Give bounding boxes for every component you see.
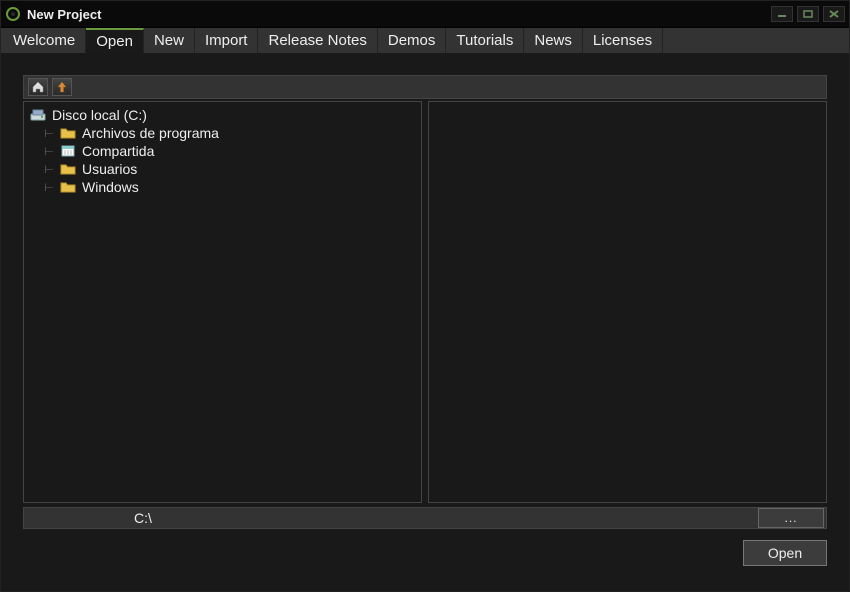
calendar-icon [60,144,76,158]
tab-label: Import [205,32,248,49]
window: New Project Welcome Open New Import Rele… [0,0,850,592]
tree-item-label: Archivos de programa [82,125,219,141]
open-button-label: Open [768,545,802,561]
tree-root-drive[interactable]: Disco local (C:) [30,106,415,124]
window-buttons [771,6,845,22]
tab-news[interactable]: News [524,28,583,53]
folder-icon [60,180,76,194]
tree-item[interactable]: ⊢ Windows [44,178,415,196]
current-path: C:\ [24,510,758,526]
tab-licenses[interactable]: Licenses [583,28,663,53]
tree-item-label: Usuarios [82,161,137,177]
content-area: Disco local (C:) ⊢ Archivos de programa … [1,53,849,591]
tab-bar: Welcome Open New Import Release Notes De… [1,27,849,53]
tab-label: Welcome [13,32,75,49]
tree-root-label: Disco local (C:) [52,107,147,123]
tab-label: Open [96,33,133,50]
tab-label: Release Notes [268,32,366,49]
tree-children: ⊢ Archivos de programa ⊢ [44,124,415,196]
tree-connector: ⊢ [44,127,54,140]
titlebar: New Project [1,1,849,27]
browse-button[interactable]: ... [758,508,824,528]
tree-item-label: Compartida [82,143,154,159]
folder-icon [60,162,76,176]
folder-tree-pane[interactable]: Disco local (C:) ⊢ Archivos de programa … [23,101,422,503]
tab-new[interactable]: New [144,28,195,53]
file-toolbar [23,75,827,99]
drive-icon [30,108,46,122]
tree-item[interactable]: ⊢ Usuarios [44,160,415,178]
tree-item[interactable]: ⊢ Compartida [44,142,415,160]
tree-item[interactable]: ⊢ Archivos de programa [44,124,415,142]
tab-demos[interactable]: Demos [378,28,447,53]
up-folder-button[interactable] [52,78,72,96]
tree-connector: ⊢ [44,145,54,158]
tree-connector: ⊢ [44,163,54,176]
maximize-button[interactable] [797,6,819,22]
tab-label: Tutorials [456,32,513,49]
path-bar: C:\ ... [23,507,827,529]
browse-label: ... [784,511,797,525]
browser-panes: Disco local (C:) ⊢ Archivos de programa … [23,101,827,503]
open-button[interactable]: Open [743,540,827,566]
bottom-bar: Open [23,529,827,569]
tree-item-label: Windows [82,179,139,195]
tab-label: Demos [388,32,436,49]
home-button[interactable] [28,78,48,96]
tab-import[interactable]: Import [195,28,259,53]
tab-tutorials[interactable]: Tutorials [446,28,524,53]
minimize-button[interactable] [771,6,793,22]
tab-label: New [154,32,184,49]
window-title: New Project [27,7,771,22]
tab-label: News [534,32,572,49]
folder-icon [60,126,76,140]
app-icon [5,6,21,22]
tree-connector: ⊢ [44,181,54,194]
close-button[interactable] [823,6,845,22]
tab-welcome[interactable]: Welcome [3,28,86,53]
tab-label: Licenses [593,32,652,49]
file-list-pane[interactable] [428,101,827,503]
tab-open[interactable]: Open [86,28,144,53]
tab-release-notes[interactable]: Release Notes [258,28,377,53]
